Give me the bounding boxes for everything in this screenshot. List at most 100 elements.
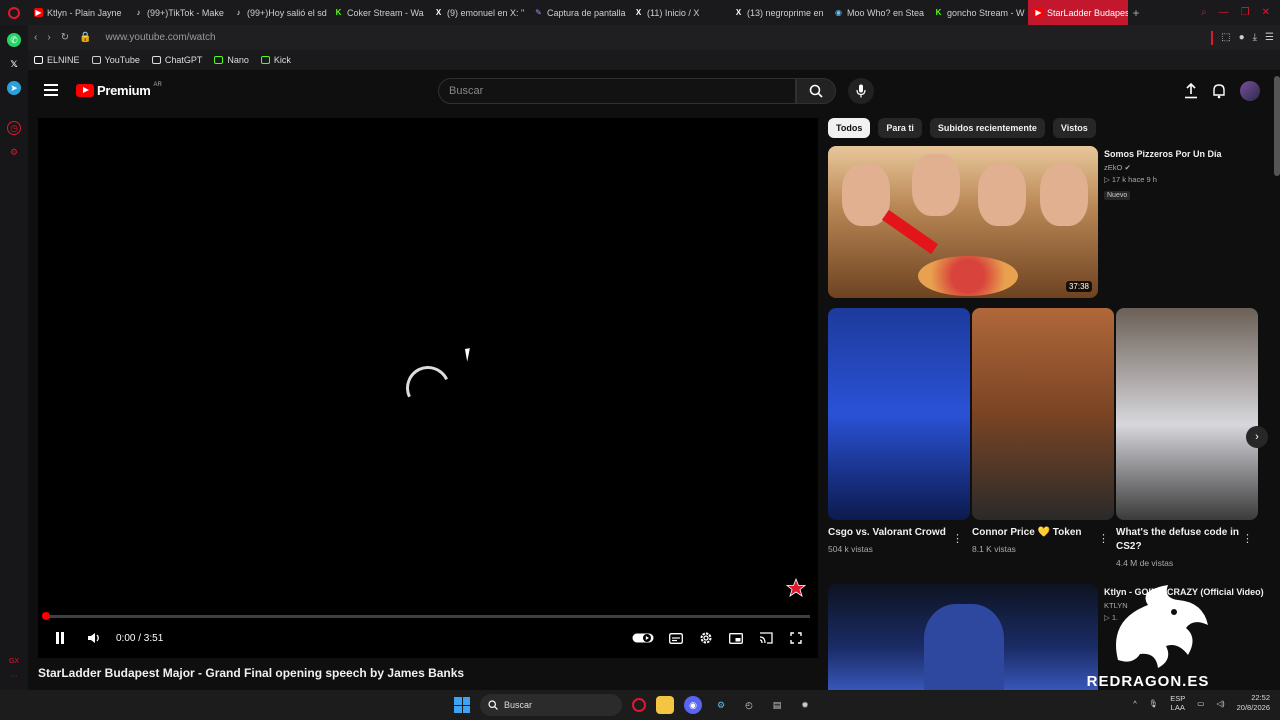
more-options-icon[interactable]: ⋮ bbox=[1242, 532, 1253, 545]
system-clock[interactable]: 22:52 20/8/2026 bbox=[1237, 693, 1270, 713]
tiktok-icon: ♪ bbox=[236, 8, 241, 17]
short-title[interactable]: Connor Price 💛 Token bbox=[972, 526, 1096, 540]
search-input[interactable]: Buscar bbox=[438, 78, 796, 104]
subtitles-button[interactable] bbox=[668, 631, 684, 645]
shorts-shelf: › Csgo vs. Valorant Crowd 504 k vistas ⋮… bbox=[828, 308, 1268, 570]
fullscreen-button[interactable] bbox=[788, 631, 804, 645]
gx-icon[interactable]: GX bbox=[9, 658, 19, 665]
search-tabs-icon[interactable]: ⌕ bbox=[1201, 7, 1207, 18]
bookmark-item[interactable]: YouTube bbox=[91, 55, 140, 65]
downloads-icon[interactable]: ⤓ bbox=[1253, 32, 1257, 43]
chip-0[interactable]: Todos bbox=[828, 118, 871, 138]
bookmark-item[interactable]: Kick bbox=[260, 55, 291, 65]
video-player[interactable]: 0:00 / 3:51 bbox=[38, 118, 818, 658]
more-icon[interactable]: ··· bbox=[11, 673, 18, 680]
network-icon[interactable]: ▭ bbox=[1197, 699, 1204, 708]
browser-tab[interactable]: ◉ Moo Who? en Stea bbox=[828, 0, 928, 25]
player-controls: 0:00 / 3:51 bbox=[38, 623, 818, 653]
x-icon[interactable]: 𝕏 bbox=[7, 57, 21, 71]
progress-bar[interactable] bbox=[42, 612, 810, 620]
subtitles-icon bbox=[669, 632, 683, 644]
miniplayer-button[interactable] bbox=[728, 631, 744, 645]
browser-tab[interactable]: Kgoncho Stream - W bbox=[928, 0, 1028, 25]
show-hidden-icons[interactable]: ^ bbox=[1133, 699, 1137, 708]
easy-setup-icon[interactable]: ☰ bbox=[1265, 32, 1274, 43]
file-explorer-icon[interactable] bbox=[656, 696, 674, 714]
scrollbar[interactable] bbox=[1274, 76, 1280, 176]
cast-button[interactable] bbox=[758, 631, 774, 645]
tab-label: Coker Stream - Wa bbox=[347, 7, 424, 18]
opera-menu-icon[interactable] bbox=[0, 0, 28, 25]
chip-1[interactable]: Para ti bbox=[878, 118, 922, 138]
opera-gx-taskbar-icon[interactable] bbox=[632, 698, 646, 712]
url-field[interactable]: www.youtube.com/watch bbox=[106, 32, 216, 43]
browser-tab[interactable]: ♪ (99+)Hoy salió el sd bbox=[228, 0, 328, 25]
terminal-icon[interactable]: ▤ bbox=[768, 696, 786, 714]
chip-2[interactable]: Subidos recientemente bbox=[929, 118, 1045, 138]
short-thumbnail[interactable] bbox=[828, 308, 970, 520]
browser-tab[interactable]: ▶ Ktlyn - Plain Jayne bbox=[28, 0, 128, 25]
history-icon[interactable]: ◷ bbox=[7, 121, 21, 135]
search-button[interactable] bbox=[796, 78, 836, 104]
volume-button[interactable] bbox=[86, 631, 102, 645]
taskbar-search[interactable]: Buscar bbox=[480, 694, 622, 716]
youtube-premium-logo[interactable]: Premium AR bbox=[76, 82, 162, 98]
tab-label: (99+)TikTok - Make bbox=[147, 7, 224, 18]
more-options-icon[interactable]: ⋮ bbox=[952, 532, 963, 545]
channel-name[interactable]: zEkO bbox=[1104, 163, 1122, 172]
short-thumbnail[interactable] bbox=[972, 308, 1114, 520]
browser-tab[interactable]: ▶ StarLadder Budapest Majo bbox=[1028, 0, 1128, 25]
steam-icon[interactable]: ⚙ bbox=[712, 696, 730, 714]
back-icon[interactable]: ‹ bbox=[34, 32, 37, 43]
youtube-play-icon bbox=[76, 84, 94, 97]
video-thumbnail[interactable] bbox=[828, 584, 1098, 690]
tab-label: goncho Stream - W bbox=[947, 7, 1025, 18]
close-window-icon[interactable]: ✕ bbox=[1262, 7, 1270, 18]
browser-tab[interactable]: X (11) Inicio / X bbox=[628, 0, 728, 25]
maximize-icon[interactable]: ❐ bbox=[1241, 7, 1250, 18]
mic-tray-icon[interactable]: 🎙 bbox=[1149, 699, 1159, 708]
minimize-icon[interactable]: — bbox=[1219, 7, 1229, 18]
chart-app-icon[interactable]: ◴ bbox=[740, 696, 758, 714]
pause-button[interactable] bbox=[52, 631, 68, 645]
video-thumbnail[interactable]: 37:38 bbox=[828, 146, 1098, 298]
upload-icon[interactable] bbox=[1184, 83, 1198, 99]
language-indicator[interactable]: ESP LAA bbox=[1170, 694, 1185, 712]
settings-app-icon[interactable]: ✹ bbox=[796, 696, 814, 714]
browser-tab[interactable]: ✎ Captura de pantalla bbox=[528, 0, 628, 25]
voice-search-button[interactable] bbox=[848, 78, 874, 104]
browser-tab[interactable]: X (13) negroprime en bbox=[728, 0, 828, 25]
recommended-video[interactable]: 37:38 Somos Pizzeros Por Un Día zEkO ✔ ▷… bbox=[828, 146, 1268, 298]
bookmark-item[interactable]: Nano bbox=[214, 55, 249, 65]
volume-tray-icon[interactable]: ◁) bbox=[1216, 699, 1224, 708]
forward-icon[interactable]: › bbox=[47, 32, 50, 43]
browser-tab[interactable]: ♪ (99+)TikTok - Make bbox=[128, 0, 228, 25]
browser-tab[interactable]: X (9) emonuel en X: " bbox=[428, 0, 528, 25]
short-title[interactable]: Csgo vs. Valorant Crowd bbox=[828, 526, 952, 540]
bookmark-item[interactable]: ChatGPT bbox=[151, 55, 202, 65]
search-icon bbox=[488, 700, 498, 710]
new-tab-button[interactable]: + bbox=[1128, 6, 1144, 20]
settings-button[interactable] bbox=[698, 631, 714, 645]
short-title[interactable]: What's the defuse code in CS2? bbox=[1116, 526, 1240, 554]
settings-icon[interactable]: ⚙ bbox=[7, 145, 21, 159]
bookmark-item[interactable]: ELNINE bbox=[34, 55, 80, 65]
menu-icon[interactable] bbox=[44, 84, 58, 99]
discord-icon[interactable]: ◉ bbox=[684, 696, 702, 714]
profile-icon[interactable]: ● bbox=[1239, 32, 1245, 43]
browser-tab[interactable]: K Coker Stream - Wa bbox=[328, 0, 428, 25]
windows-start-icon[interactable] bbox=[454, 697, 470, 713]
more-options-icon[interactable]: ⋮ bbox=[1098, 532, 1109, 545]
whatsapp-icon[interactable]: ✆ bbox=[7, 33, 21, 47]
autoplay-toggle[interactable] bbox=[632, 631, 654, 645]
chip-3[interactable]: Vistos bbox=[1052, 118, 1096, 138]
short-thumbnail[interactable] bbox=[1116, 308, 1258, 520]
video-title-link[interactable]: Somos Pizzeros Por Un Día bbox=[1104, 148, 1264, 160]
notifications-icon[interactable] bbox=[1212, 83, 1226, 99]
reload-icon[interactable]: ↻ bbox=[61, 32, 69, 43]
next-arrow-icon[interactable]: › bbox=[1246, 426, 1268, 448]
avatar[interactable] bbox=[1240, 81, 1260, 101]
progress-scrubber[interactable] bbox=[42, 612, 50, 620]
extensions-icon[interactable]: ⬚ bbox=[1221, 32, 1230, 43]
telegram-icon[interactable]: ➤ bbox=[7, 81, 21, 95]
